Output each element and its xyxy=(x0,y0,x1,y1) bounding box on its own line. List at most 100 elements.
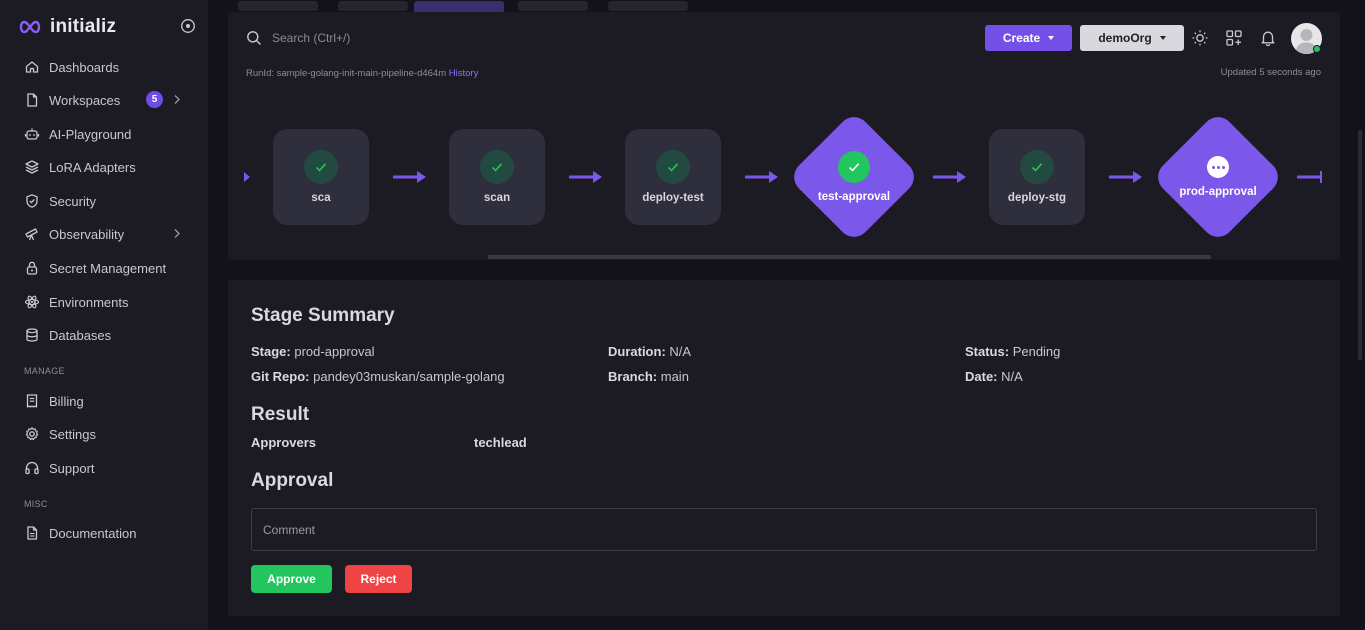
pipeline-panel: Search (Ctrl+/) Create demoOrg RunId: sa… xyxy=(228,12,1340,260)
brand-logo[interactable]: initializ xyxy=(18,14,116,40)
home-icon xyxy=(25,61,39,73)
stage-node-deploy-stg[interactable]: deploy-stg xyxy=(989,129,1085,225)
git-repo-value: pandey03muskan/sample-golang xyxy=(313,369,505,384)
chevron-right-icon[interactable] xyxy=(173,228,181,239)
stage-label: deploy-test xyxy=(642,192,704,204)
run-id-text: RunId: sample-golang-init-main-pipeline-… xyxy=(246,68,447,79)
org-selector-label: demoOrg xyxy=(1098,31,1152,45)
headphones-icon xyxy=(25,461,39,475)
sidebar-item-secret-management[interactable]: Secret Management xyxy=(24,257,194,279)
arrow-right-icon xyxy=(244,172,250,182)
collapse-sidebar-icon[interactable] xyxy=(180,18,196,34)
success-check-icon xyxy=(838,151,870,183)
section-label-manage: MANAGE xyxy=(24,366,65,376)
sidebar-item-observability[interactable]: Observability xyxy=(24,223,194,245)
sidebar-item-label: LoRA Adapters xyxy=(49,159,136,175)
caret-down-icon xyxy=(1159,36,1166,40)
sidebar-item-label: Documentation xyxy=(49,525,137,541)
updated-timestamp: Updated 5 seconds ago xyxy=(1220,67,1321,78)
brand-name: initializ xyxy=(50,16,117,37)
search-bar[interactable]: Search (Ctrl+/) xyxy=(246,30,350,46)
receipt-icon xyxy=(26,394,38,408)
approve-button[interactable]: Approve xyxy=(251,565,332,593)
result-title: Result xyxy=(251,404,310,425)
branch-value: main xyxy=(660,369,689,384)
run-id: RunId: sample-golang-init-main-pipeline-… xyxy=(246,68,478,79)
sidebar-item-dashboards[interactable]: Dashboards xyxy=(24,56,194,78)
arrow-right-icon xyxy=(1297,171,1322,183)
sidebar-item-security[interactable]: Security xyxy=(24,190,194,212)
create-button-label: Create xyxy=(1002,31,1041,45)
atom-icon xyxy=(24,295,40,309)
reject-button[interactable]: Reject xyxy=(345,565,412,593)
org-selector[interactable]: demoOrg xyxy=(1080,25,1184,51)
shield-check-icon xyxy=(26,194,38,208)
git-repo-key: Git Repo: xyxy=(251,369,310,384)
stage-node-sca[interactable]: sca xyxy=(273,129,369,225)
stage-summary-panel: Stage Summary Stage: prod-approval Durat… xyxy=(228,280,1340,616)
pipeline-graph: sca scan deploy-test test-approval deplo… xyxy=(228,107,1340,247)
horizontal-scrollbar[interactable] xyxy=(488,255,1211,259)
approvers-key: Approvers xyxy=(251,435,317,450)
online-status-dot xyxy=(1313,45,1321,53)
arrow-right-icon xyxy=(745,171,778,183)
branch-field: Branch: main xyxy=(608,369,689,384)
sidebar-item-environments[interactable]: Environments xyxy=(24,291,194,313)
sidebar-item-billing[interactable]: Billing xyxy=(24,390,194,412)
stage-label: sca xyxy=(311,192,331,204)
sidebar-item-ai-playground[interactable]: AI-Playground xyxy=(24,123,194,145)
create-button[interactable]: Create xyxy=(985,25,1072,51)
apps-grid-icon[interactable] xyxy=(1225,29,1243,47)
status-value: Pending xyxy=(1012,344,1061,359)
stage-value: prod-approval xyxy=(294,344,375,359)
date-value: N/A xyxy=(1001,369,1023,384)
sidebar-item-label: Environments xyxy=(49,294,129,310)
robot-icon xyxy=(24,128,40,140)
sidebar-item-settings[interactable]: Settings xyxy=(24,423,194,445)
arrow-right-icon xyxy=(393,171,426,183)
sidebar-item-label: Support xyxy=(49,460,95,476)
success-check-icon xyxy=(304,150,338,184)
database-icon xyxy=(26,328,38,342)
sidebar-item-workspaces[interactable]: Workspaces 5 xyxy=(24,89,194,111)
approvers-value: techlead xyxy=(474,435,527,450)
sidebar-item-support[interactable]: Support xyxy=(24,457,194,479)
bell-icon[interactable] xyxy=(1259,29,1277,47)
sidebar-item-databases[interactable]: Databases xyxy=(24,324,194,346)
telescope-icon xyxy=(25,228,38,241)
sidebar-item-label: Settings xyxy=(49,426,96,442)
stage-label: deploy-stg xyxy=(1007,192,1067,204)
stage-summary-title: Stage Summary xyxy=(251,305,395,326)
approval-title: Approval xyxy=(251,470,334,491)
stage-node-prod-approval[interactable]: prod-approval xyxy=(1151,110,1285,244)
search-placeholder: Search (Ctrl+/) xyxy=(272,31,351,45)
sidebar-item-label: AI-Playground xyxy=(49,126,132,142)
history-link[interactable]: History xyxy=(449,68,479,79)
arrow-right-icon xyxy=(933,171,966,183)
infinity-logo-icon xyxy=(19,20,41,34)
stage-node-test-approval[interactable]: test-approval xyxy=(787,110,921,244)
sidebar-item-label: Databases xyxy=(49,327,112,343)
git-repo-field: Git Repo: pandey03muskan/sample-golang xyxy=(251,369,505,384)
stage-label: test-approval xyxy=(817,191,891,203)
vertical-scrollbar[interactable] xyxy=(1358,130,1362,360)
status-key: Status: xyxy=(965,344,1010,359)
date-key: Date: xyxy=(965,369,998,384)
sidebar-item-documentation[interactable]: Documentation xyxy=(24,522,194,544)
gear-icon xyxy=(25,427,39,441)
duration-field: Duration: N/A xyxy=(608,344,691,359)
sidebar-item-lora-adapters[interactable]: LoRA Adapters xyxy=(24,156,194,178)
success-check-icon xyxy=(1020,150,1054,184)
status-field: Status: Pending xyxy=(965,344,1060,359)
chevron-right-icon[interactable] xyxy=(173,94,181,105)
stage-node-scan[interactable]: scan xyxy=(449,129,545,225)
stage-node-deploy-test[interactable]: deploy-test xyxy=(625,129,721,225)
stage-label: scan xyxy=(483,192,511,204)
sun-icon[interactable] xyxy=(1191,29,1209,47)
file-icon xyxy=(27,93,38,107)
document-icon xyxy=(27,526,38,540)
workspaces-count-badge: 5 xyxy=(146,91,163,108)
tab-strip-decoration xyxy=(238,1,688,12)
section-label-misc: MISC xyxy=(24,499,48,509)
comment-input[interactable] xyxy=(251,508,1317,551)
